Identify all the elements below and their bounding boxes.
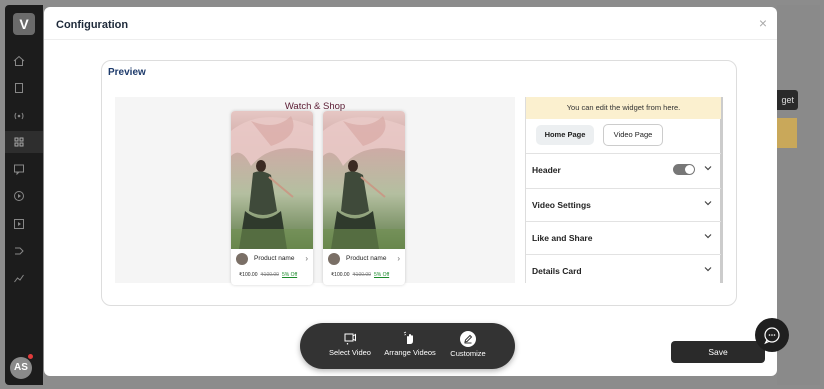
chevron-down-icon[interactable]: [703, 231, 713, 241]
price-current: ₹100.00: [331, 272, 350, 278]
document-icon[interactable]: [13, 82, 25, 94]
customize-button[interactable]: Customize: [446, 331, 490, 365]
arrange-videos-button[interactable]: Arrange Videos: [381, 331, 439, 365]
chevron-down-icon[interactable]: [703, 163, 713, 173]
notification-dot: [28, 354, 33, 359]
user-avatar[interactable]: AS: [10, 357, 32, 379]
product-avatar: [328, 253, 340, 265]
preview-card: Preview Watch & Shop Product name › ₹100…: [101, 60, 737, 306]
accordion-header[interactable]: Header: [526, 153, 721, 185]
widget-settings-panel: You can edit the widget from here. Home …: [525, 97, 723, 283]
accordion-video-settings[interactable]: Video Settings: [526, 188, 721, 220]
play-circle-icon[interactable]: [13, 190, 25, 202]
product-avatar: [236, 253, 248, 265]
grid-icon[interactable]: [13, 136, 25, 148]
home-page-tab[interactable]: Home Page: [536, 125, 594, 145]
toggle-knob: [685, 165, 694, 174]
preview-title: Preview: [108, 67, 146, 78]
chevron-right-icon[interactable]: ›: [397, 254, 400, 263]
header-toggle[interactable]: [673, 164, 695, 175]
accordion-like-and-share[interactable]: Like and Share: [526, 221, 721, 253]
price-original: ₹100.00: [260, 272, 279, 278]
bottom-toolbar: Select Video Arrange Videos Customize: [300, 323, 515, 369]
select-video-label: Select Video: [329, 348, 371, 357]
discount-badge: 5% Off: [373, 272, 390, 278]
widget-preview-canvas: Watch & Shop Product name › ₹100.00 ₹100…: [115, 97, 515, 285]
product-prices: ₹100.00 ₹100.00 5% Off: [239, 272, 297, 278]
accordion-label: Video Settings: [532, 200, 591, 210]
video-thumbnail[interactable]: [231, 111, 313, 249]
customize-label: Customize: [450, 349, 486, 358]
pen-icon: [460, 331, 476, 347]
product-prices: ₹100.00 ₹100.00 5% Off: [331, 272, 389, 278]
product-name: Product name: [346, 255, 387, 262]
product-name: Product name: [254, 255, 295, 262]
price-original: ₹100.00: [352, 272, 371, 278]
analytics-icon[interactable]: [13, 272, 25, 284]
accordion-label: Like and Share: [532, 233, 593, 243]
modal-title: Configuration: [56, 19, 129, 31]
save-button[interactable]: Save: [671, 341, 765, 363]
broadcast-icon[interactable]: [13, 110, 25, 122]
video-square-icon[interactable]: [13, 218, 25, 230]
price-current: ₹100.00: [239, 272, 258, 278]
accordion-details-card[interactable]: Details Card: [526, 254, 721, 283]
message-icon[interactable]: [13, 163, 25, 175]
product-video-card[interactable]: Product name › ₹100.00 ₹100.00 5% Off: [323, 111, 405, 285]
chat-button[interactable]: [755, 318, 789, 352]
select-video-button[interactable]: Select Video: [326, 331, 374, 365]
accordion-label: Details Card: [532, 266, 582, 276]
chevron-down-icon[interactable]: [703, 198, 713, 208]
home-icon[interactable]: [13, 55, 25, 67]
flow-icon[interactable]: [13, 245, 25, 257]
chevron-right-icon[interactable]: ›: [305, 254, 308, 263]
widget-title: Watch & Shop: [284, 101, 346, 112]
product-video-card[interactable]: Product name › ₹100.00 ₹100.00 5% Off: [231, 111, 313, 285]
video-add-icon: [343, 331, 357, 345]
close-icon[interactable]: ×: [759, 15, 767, 31]
video-page-tab[interactable]: Video Page: [603, 124, 663, 146]
app-logo[interactable]: V: [13, 13, 35, 35]
arrange-videos-label: Arrange Videos: [384, 348, 436, 357]
video-thumbnail[interactable]: [323, 111, 405, 249]
modal-divider: [44, 39, 777, 40]
chat-icon: [764, 327, 780, 345]
configuration-modal: Configuration × Preview Watch & Shop Pro…: [44, 7, 777, 376]
discount-badge: 5% Off: [281, 272, 298, 278]
accordion-label: Header: [532, 165, 561, 175]
chevron-down-icon[interactable]: [703, 264, 713, 274]
settings-note: You can edit the widget from here.: [526, 97, 721, 119]
hand-drag-icon: [403, 331, 417, 345]
background-highlight: [777, 118, 797, 148]
